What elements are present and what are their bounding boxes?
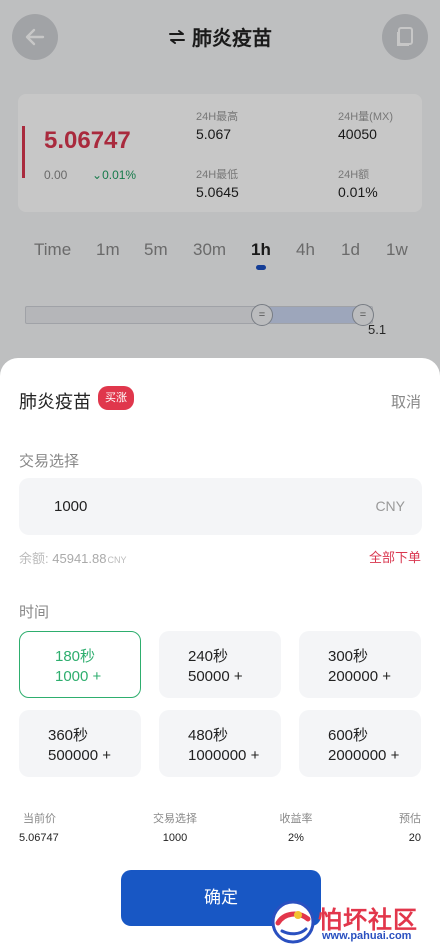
time-option-180[interactable]: 180秒 1000 + <box>19 631 141 698</box>
summary-trade: 交易选择 1000 <box>145 810 205 844</box>
watermark-emblem-icon <box>271 900 315 944</box>
option-time: 360秒 <box>48 727 89 744</box>
summary-price-label: 当前价 <box>23 813 56 825</box>
time-option-600[interactable]: 600秒 2000000 + <box>299 710 421 777</box>
order-sheet: 肺炎疫苗 买涨 取消 交易选择 1000 CNY 余额: 45941.88CNY… <box>0 358 440 950</box>
summary-estimate-value: 20 <box>408 832 421 844</box>
time-option-480[interactable]: 480秒 1000000 + <box>159 710 281 777</box>
summary-trade-label: 交易选择 <box>153 813 197 825</box>
option-time: 240秒 <box>188 648 229 665</box>
order-summary: 当前价 5.06747 交易选择 1000 收益率 2% 预估 20 <box>0 810 440 850</box>
time-label: 时间 <box>19 604 50 621</box>
trade-label: 交易选择 <box>19 453 80 470</box>
option-time: 180秒 <box>55 648 96 665</box>
option-amount: 1000 + <box>55 668 102 685</box>
watermark-url: www.pahuai.com <box>322 930 412 942</box>
summary-trade-value: 1000 <box>162 832 188 844</box>
option-time: 300秒 <box>328 648 369 665</box>
summary-yield-label: 收益率 <box>279 813 313 825</box>
all-order-button[interactable]: 全部下单 <box>369 547 421 566</box>
amount-unit: CNY <box>375 498 405 514</box>
balance-text: 余额: 45941.88CNY <box>19 548 127 567</box>
option-time: 480秒 <box>188 727 229 744</box>
summary-price-value: 5.06747 <box>19 832 59 844</box>
option-amount: 500000 + <box>48 747 111 764</box>
direction-badge: 买涨 <box>98 386 134 410</box>
balance-label: 余额: <box>19 551 49 566</box>
time-option-300[interactable]: 300秒 200000 + <box>299 631 421 698</box>
summary-estimate: 预估 20 <box>391 810 421 844</box>
amount-input[interactable]: 1000 CNY <box>19 478 422 535</box>
balance-value: 45941.88 <box>52 551 107 566</box>
summary-price: 当前价 5.06747 <box>19 810 59 844</box>
time-option-240[interactable]: 240秒 50000 + <box>159 631 281 698</box>
cancel-button[interactable]: 取消 <box>391 391 421 412</box>
option-time: 600秒 <box>328 727 369 744</box>
option-amount: 200000 + <box>328 668 391 685</box>
option-amount: 50000 + <box>188 668 243 685</box>
amount-value: 1000 <box>54 498 88 515</box>
summary-estimate-label: 预估 <box>399 813 421 825</box>
option-amount: 1000000 + <box>188 747 260 764</box>
summary-yield-value: 2% <box>288 832 304 844</box>
balance-unit: CNY <box>107 555 127 565</box>
summary-yield: 收益率 2% <box>274 810 318 844</box>
sheet-title: 肺炎疫苗 <box>19 392 91 412</box>
option-amount: 2000000 + <box>328 747 400 764</box>
time-option-360[interactable]: 360秒 500000 + <box>19 710 141 777</box>
watermark-logo: 怕坏社区 www.pahuai.com <box>268 896 438 948</box>
